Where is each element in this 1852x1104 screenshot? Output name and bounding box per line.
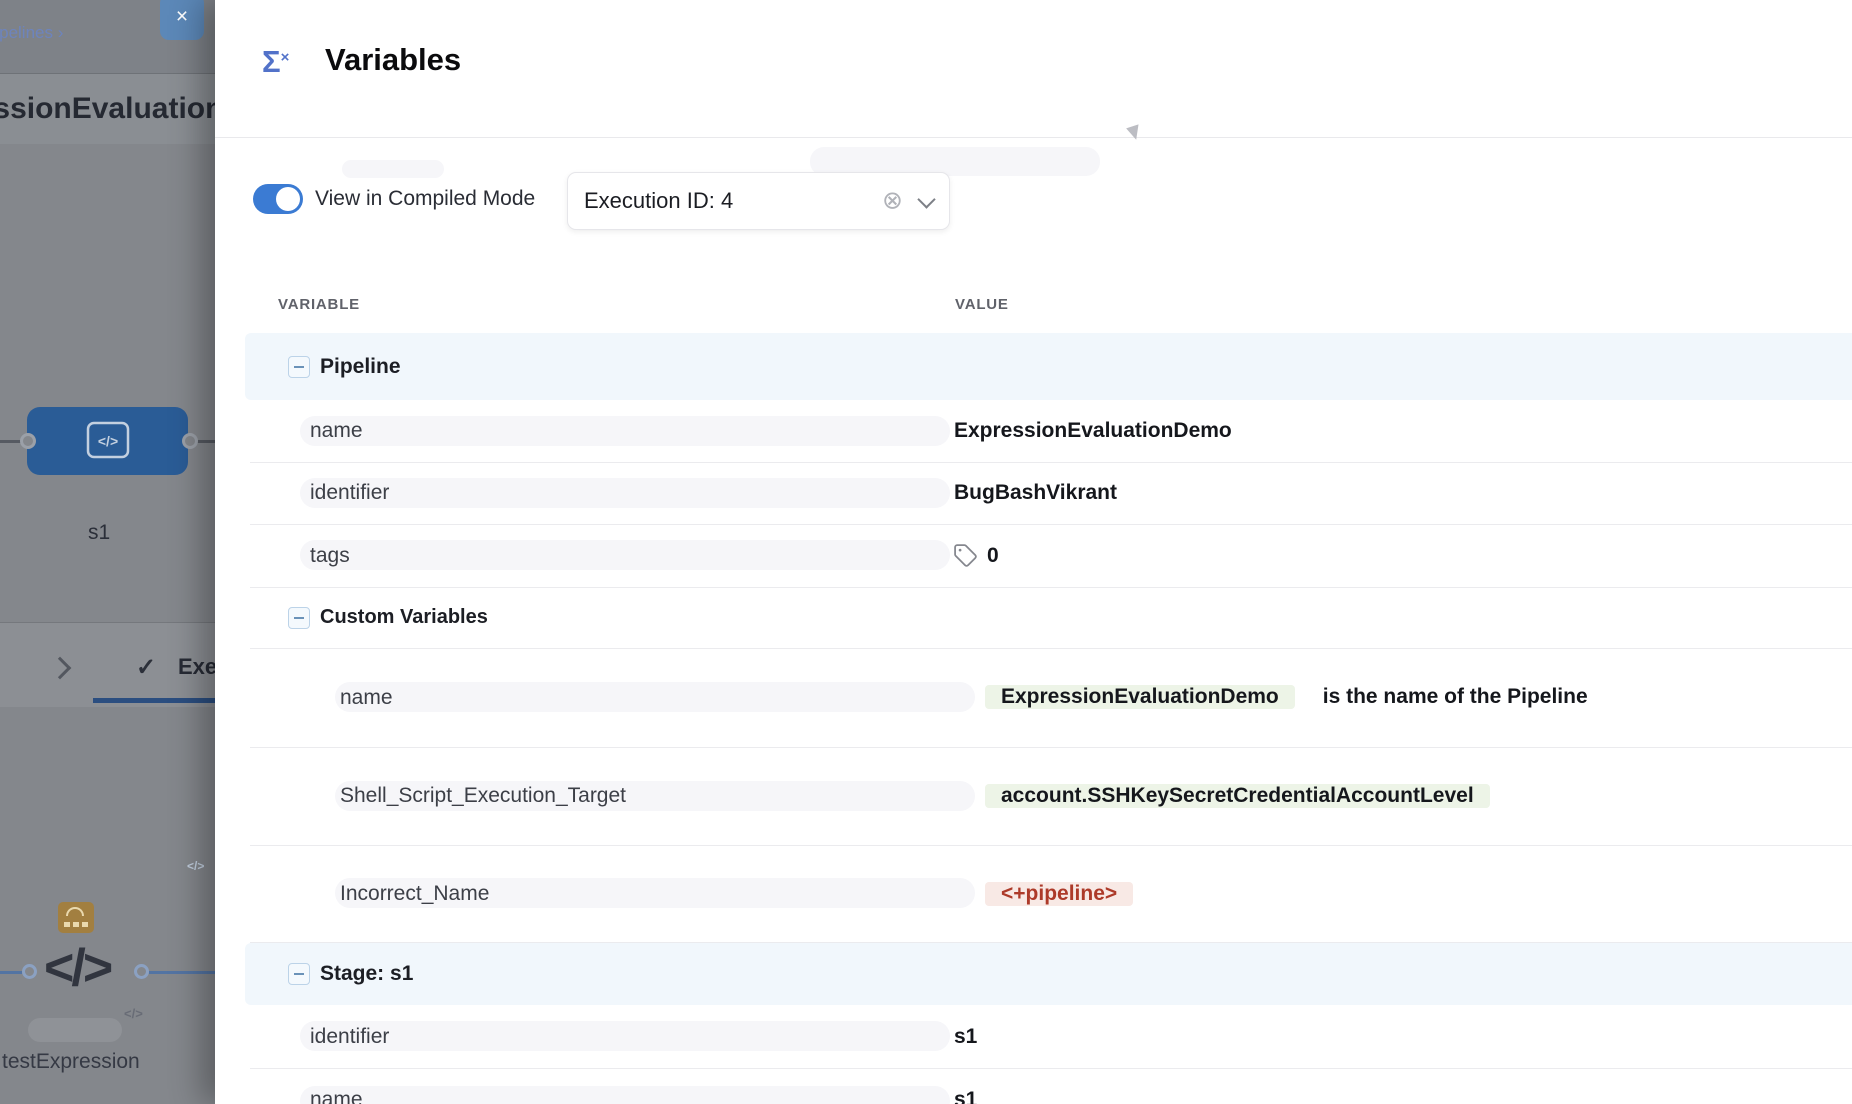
row-divider — [250, 587, 1852, 588]
compiled-mode-toggle[interactable] — [253, 184, 303, 214]
active-tab-underline — [93, 698, 215, 703]
code-icon: </> — [187, 859, 204, 873]
row-pill — [300, 540, 950, 570]
section-band-pipeline — [245, 333, 1852, 400]
svg-text:</>: </> — [98, 433, 118, 449]
row-pill — [300, 1086, 950, 1104]
row-pill — [335, 682, 975, 712]
check-icon: ✓ — [136, 653, 156, 681]
section-title-custom-variables: Custom Variables — [320, 595, 488, 640]
collapse-chevron-icon[interactable] — [52, 660, 68, 681]
row-value: s1 — [954, 1068, 977, 1104]
close-button[interactable]: × — [160, 0, 204, 40]
tags-count: 0 — [987, 544, 999, 568]
row-label: tags — [310, 524, 350, 587]
row-label: name — [310, 400, 363, 462]
row-divider — [250, 845, 1852, 846]
collapse-minus-icon[interactable] — [288, 951, 310, 996]
row-divider — [250, 1068, 1852, 1069]
row-value-shell-target: account.SSHKeySecretCredentialAccountLev… — [985, 771, 1490, 821]
step-port-right[interactable] — [134, 964, 149, 979]
row-label: identifier — [310, 462, 389, 524]
stage-node-label: s1 — [88, 518, 110, 548]
value-chip-red: <+pipeline> — [985, 882, 1133, 906]
custom-stage-icon: </> — [85, 420, 131, 460]
stage-node-s1[interactable]: </> </> — [27, 407, 188, 475]
step-label: testExpression — [2, 1048, 140, 1076]
connector-line — [0, 971, 22, 974]
row-label: identifier — [310, 1005, 389, 1068]
step-port-left[interactable] — [22, 964, 37, 979]
row-label: Shell_Script_Execution_Target — [340, 747, 626, 845]
column-header-variable: VARIABLE — [278, 293, 360, 315]
gauge-step-icon[interactable] — [58, 902, 94, 933]
node-port-left[interactable] — [20, 433, 36, 449]
step-hover-pill — [28, 1018, 122, 1042]
variables-panel: Σ× Variables View in Compiled Mode Execu… — [215, 0, 1852, 1104]
section-title-pipeline: Pipeline — [320, 344, 401, 389]
collapse-minus-icon[interactable] — [288, 344, 310, 389]
tag-icon — [953, 543, 978, 568]
row-pill — [300, 416, 950, 446]
code-step-node[interactable]: </> — [44, 938, 110, 998]
connector-line — [149, 971, 215, 974]
row-label: Incorrect_Name — [340, 845, 489, 942]
row-divider — [250, 524, 1852, 525]
row-label: name — [310, 1068, 363, 1104]
row-value-tags: 0 — [953, 524, 999, 587]
shimmer-bar — [342, 160, 444, 178]
section-title-stage: Stage: s1 — [320, 951, 413, 996]
execution-id-select[interactable]: Execution ID: 4 ⊗ — [567, 172, 950, 230]
row-pill — [300, 1021, 950, 1051]
execution-id-value: Execution ID: 4 — [584, 188, 733, 214]
clear-selection-icon[interactable]: ⊗ — [882, 189, 903, 214]
row-value-incorrect-name: <+pipeline> — [985, 870, 1133, 918]
row-pill — [300, 478, 950, 508]
code-icon-small: </> — [124, 1006, 143, 1021]
close-icon: × — [176, 5, 188, 29]
row-divider — [250, 648, 1852, 649]
row-value: ExpressionEvaluationDemo — [954, 400, 1232, 462]
row-value: BugBashVikrant — [954, 462, 1117, 524]
compiled-mode-label: View in Compiled Mode — [315, 184, 535, 214]
breadcrumb[interactable]: Pipelines › — [0, 0, 63, 66]
section-band-stage — [245, 943, 1852, 1005]
value-suffix: is the name of the Pipeline — [1323, 685, 1588, 709]
row-value-custom-name: ExpressionEvaluationDemo is the name of … — [985, 673, 1588, 720]
variables-icon: Σ× — [262, 44, 289, 80]
screen: Pipelines › ExpressionEvaluationDemo </>… — [0, 0, 1852, 1104]
node-port-right[interactable] — [182, 433, 198, 449]
connector-line — [196, 440, 215, 443]
row-label: name — [340, 648, 393, 747]
collapse-minus-icon[interactable] — [288, 595, 310, 640]
panel-title: Variables — [325, 38, 461, 82]
value-chip-green: ExpressionEvaluationDemo — [985, 685, 1295, 709]
mouse-cursor — [1126, 124, 1143, 141]
header-divider — [215, 137, 1852, 138]
value-chip-green: account.SSHKeySecretCredentialAccountLev… — [985, 784, 1490, 808]
row-value: s1 — [954, 1005, 977, 1068]
chevron-down-icon[interactable] — [917, 190, 935, 208]
column-header-value: VALUE — [955, 293, 1009, 315]
